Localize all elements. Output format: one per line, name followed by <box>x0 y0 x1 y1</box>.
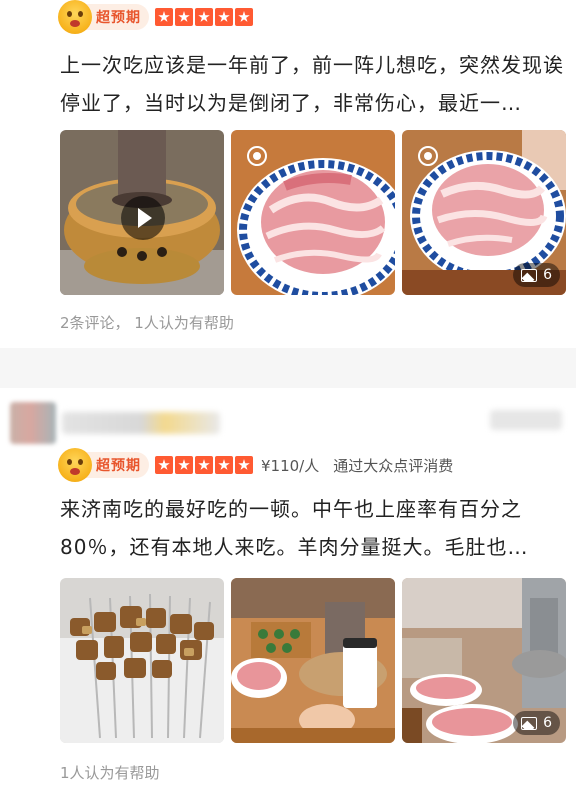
record-icon <box>247 146 267 166</box>
photo-lamb-slices-2[interactable]: 6 <box>402 130 566 295</box>
photo-table-spread[interactable] <box>231 578 395 743</box>
star-icon <box>195 8 213 26</box>
photo-grid: 6 <box>60 130 566 295</box>
photo-count-badge[interactable]: 6 <box>513 711 560 735</box>
star-icon <box>235 456 253 474</box>
review-meta: 1人认为有帮助 <box>60 764 160 782</box>
photo-hotpot-table[interactable]: 6 <box>402 578 566 743</box>
star-icon <box>235 8 253 26</box>
gallery-icon <box>521 716 538 730</box>
rating-row: 超预期 ¥110/人 通过大众点评消费 <box>58 448 454 482</box>
skewers-image <box>60 578 224 743</box>
rating-row: 超预期 <box>58 0 255 34</box>
photo-lamb-slices[interactable] <box>231 130 395 295</box>
photo-count-badge[interactable]: 6 <box>513 263 560 287</box>
surprised-face-icon <box>58 0 92 34</box>
review-card: 超预期 上一次吃应该是一年前了，前一阵儿想吃，突然发现诶停业了，当时以为是倒闭了… <box>0 0 576 348</box>
record-icon <box>418 146 438 166</box>
star-icon <box>155 456 173 474</box>
photo-grid: 6 <box>60 578 566 743</box>
star-icon <box>175 8 193 26</box>
photo-count: 6 <box>543 715 552 731</box>
photo-hotpot-video[interactable] <box>60 130 224 295</box>
gallery-icon <box>521 268 538 282</box>
star-icon <box>215 456 233 474</box>
star-icon <box>175 456 193 474</box>
divider <box>0 348 576 388</box>
star-icon <box>215 8 233 26</box>
star-icon <box>195 456 213 474</box>
star-rating <box>155 456 255 474</box>
consume-note: 通过大众点评消费 <box>333 456 454 475</box>
avatar[interactable] <box>10 402 56 444</box>
exceed-expectation-badge: 超预期 <box>58 448 149 482</box>
badge-label: 超预期 <box>96 458 141 474</box>
star-rating <box>155 8 255 26</box>
user-info-blurred[interactable] <box>10 402 220 444</box>
table-spread-image <box>231 578 395 743</box>
photo-count: 6 <box>543 267 552 283</box>
review-text[interactable]: 上一次吃应该是一年前了，前一阵儿想吃，突然发现诶停业了，当时以为是倒闭了，非常伤… <box>60 46 566 122</box>
date-blurred <box>490 410 562 430</box>
review-text[interactable]: 来济南吃的最好吃的一顿。中午也上座率有百分之80％，还有本地人来吃。羊肉分量挺大… <box>60 490 566 566</box>
play-icon[interactable] <box>121 196 165 240</box>
price-per-person: ¥110/人 <box>261 456 320 475</box>
exceed-expectation-badge: 超预期 <box>58 0 149 34</box>
review-card: 超预期 ¥110/人 通过大众点评消费 来济南吃的最好吃的一顿。中午也上座率有百… <box>0 388 576 802</box>
photo-lamb-skewers[interactable] <box>60 578 224 743</box>
review-meta: 2条评论， 1人认为有帮助 <box>60 314 234 332</box>
surprised-face-icon <box>58 448 92 482</box>
badge-label: 超预期 <box>96 10 141 26</box>
star-icon <box>155 8 173 26</box>
username-blurred <box>61 412 220 434</box>
